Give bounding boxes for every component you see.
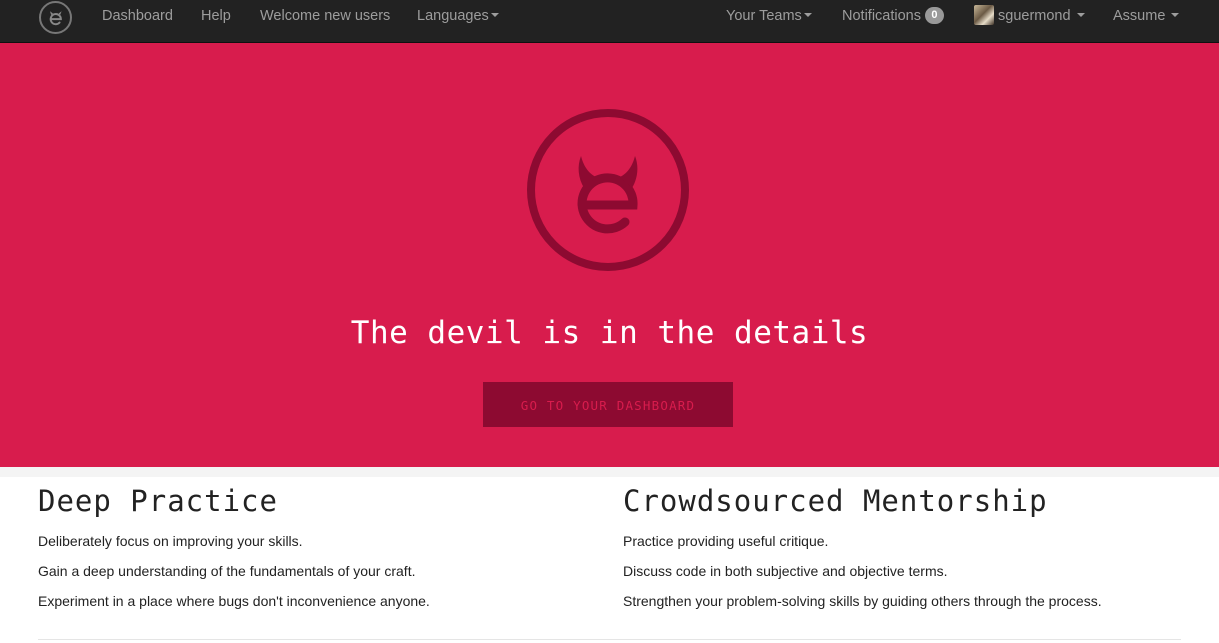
chevron-down-icon — [490, 13, 499, 18]
feature-list: Practice providing useful critique. Disc… — [623, 526, 1183, 616]
nav-dashboard[interactable]: Dashboard — [102, 0, 173, 33]
hero-title: The devil is in the details — [350, 315, 869, 351]
feature-crowdsourced-mentorship: Crowdsourced Mentorship Practice providi… — [623, 484, 1183, 616]
nav-assume-dropdown[interactable]: Assume — [1113, 0, 1180, 33]
nav-welcome-new-users[interactable]: Welcome new users — [260, 0, 390, 33]
chevron-down-icon — [803, 13, 812, 18]
nav-languages-dropdown[interactable]: Languages — [417, 0, 499, 33]
nav-notifications-label: Notifications — [842, 8, 921, 24]
nav-notifications[interactable]: Notifications 0 — [842, 0, 944, 33]
list-item: Discuss code in both subjective and obje… — [623, 563, 948, 579]
list-item: Strengthen your problem-solving skills b… — [623, 593, 1102, 609]
chevron-down-icon — [1076, 13, 1085, 18]
hero-banner: The devil is in the details GO TO YOUR D… — [0, 43, 1219, 467]
nav-your-teams-dropdown[interactable]: Your Teams — [726, 0, 812, 33]
brand-logo-icon[interactable] — [39, 1, 72, 34]
list-item: Deliberately focus on improving your ski… — [38, 533, 303, 549]
go-to-dashboard-button[interactable]: GO TO YOUR DASHBOARD — [483, 382, 733, 427]
list-item: Experiment in a place where bugs don't i… — [38, 593, 430, 609]
nav-help[interactable]: Help — [201, 0, 231, 33]
list-item: Gain a deep understanding of the fundame… — [38, 563, 416, 579]
footer-divider — [38, 639, 1181, 640]
notifications-count-badge: 0 — [924, 6, 944, 24]
devil-e-logo-icon — [527, 109, 689, 271]
top-navbar: Dashboard Help Welcome new users Languag… — [0, 0, 1219, 43]
list-item: Practice providing useful critique. — [623, 533, 829, 549]
nav-languages-label: Languages — [417, 8, 489, 24]
nav-dashboard-label: Dashboard — [102, 8, 173, 24]
nav-username-label: sguermond — [998, 8, 1071, 24]
nav-user-dropdown[interactable]: sguermond — [974, 0, 1085, 33]
nav-teams-label: Your Teams — [726, 8, 802, 24]
nav-assume-label: Assume — [1113, 8, 1166, 24]
avatar — [974, 4, 994, 25]
feature-title: Deep Practice — [38, 484, 278, 518]
feature-list: Deliberately focus on improving your ski… — [38, 526, 598, 616]
section-divider — [0, 467, 1219, 477]
nav-help-label: Help — [201, 8, 231, 24]
nav-welcome-label: Welcome new users — [260, 8, 391, 24]
chevron-down-icon — [1171, 13, 1180, 18]
feature-deep-practice: Deep Practice Deliberately focus on impr… — [38, 484, 598, 616]
feature-title: Crowdsourced Mentorship — [623, 484, 1048, 518]
